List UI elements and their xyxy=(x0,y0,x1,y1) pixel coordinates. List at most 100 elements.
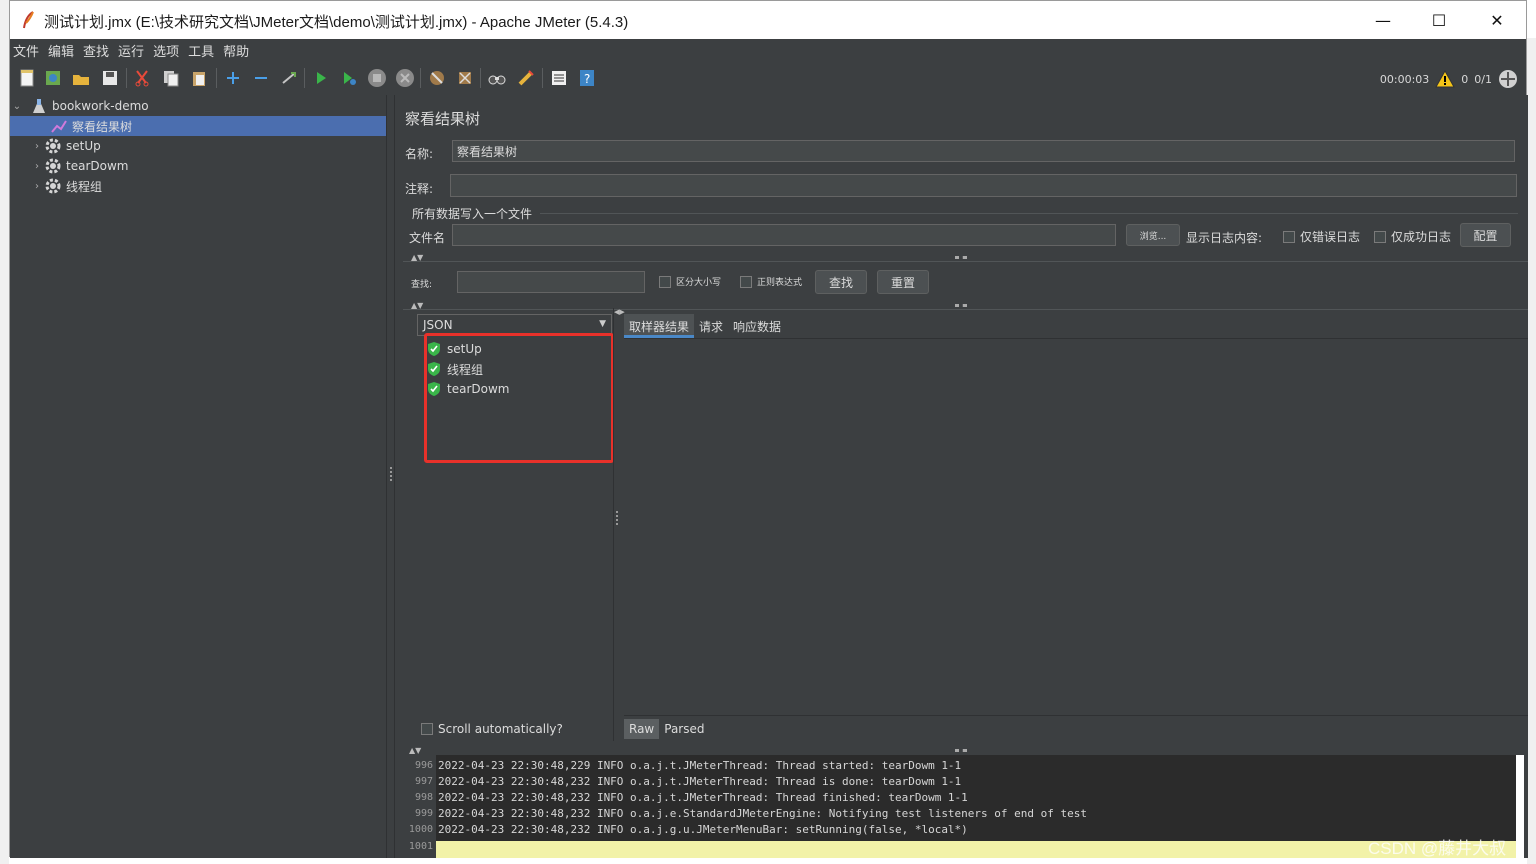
menu-run[interactable]: 运行 xyxy=(118,41,144,60)
clear-icon[interactable] xyxy=(426,67,448,89)
browse-button[interactable]: 浏览... xyxy=(1126,224,1180,246)
shutdown-icon[interactable] xyxy=(394,67,416,89)
jmeter-feather-icon xyxy=(23,11,34,29)
panel-title: 察看结果树 xyxy=(405,110,481,128)
case-sensitive-checkbox[interactable]: 区分大小写 xyxy=(659,275,721,288)
close-button[interactable]: ✕ xyxy=(1468,1,1526,39)
maximize-button[interactable]: ☐ xyxy=(1410,1,1468,39)
tab-raw[interactable]: Raw xyxy=(624,718,660,739)
view-results-tree-panel: 察看结果树 名称: 察看结果树 注释: 所有数据写入一个文件 文件名 浏览...… xyxy=(395,95,1528,858)
menu-search[interactable]: 查找 xyxy=(83,41,109,60)
results-splitter[interactable]: ◀▶ xyxy=(613,308,625,741)
collapse-icon[interactable] xyxy=(250,67,272,89)
expand-icon[interactable] xyxy=(222,67,244,89)
search-label: 查找: xyxy=(411,280,433,290)
checkbox-box[interactable] xyxy=(1283,230,1295,243)
checkbox-box[interactable] xyxy=(659,275,671,288)
menu-options[interactable]: 选项 xyxy=(153,41,179,60)
menu-tools[interactable]: 工具 xyxy=(188,41,214,60)
chevron-right-icon[interactable]: › xyxy=(30,141,44,152)
name-input[interactable]: 察看结果树 xyxy=(452,140,1515,162)
tree-node-label: setUp xyxy=(66,139,101,153)
tree-node-label: 察看结果树 xyxy=(72,119,133,134)
main-splitter[interactable] xyxy=(386,95,395,858)
filename-input[interactable] xyxy=(452,224,1116,246)
scroll-auto-checkbox[interactable]: Scroll automatically? xyxy=(421,722,563,736)
watermark: CSDN @藤井大叔 xyxy=(1368,839,1507,858)
run-status: 00:00:03 0 0/1 xyxy=(1380,69,1518,89)
tree-node-setup[interactable]: › setUp xyxy=(30,136,101,156)
errors-only-checkbox[interactable]: 仅错误日志 xyxy=(1283,228,1360,245)
tab-sampler-result[interactable]: 取样器结果 xyxy=(624,314,695,338)
chevron-right-icon[interactable]: › xyxy=(30,181,44,192)
paste-icon[interactable] xyxy=(188,67,210,89)
tree-node-root[interactable]: ⌄ bookwork-demo xyxy=(10,96,386,116)
success-only-checkbox[interactable]: 仅成功日志 xyxy=(1374,228,1451,245)
clear-all-icon[interactable] xyxy=(454,67,476,89)
save-icon[interactable] xyxy=(99,67,121,89)
gear-icon xyxy=(44,157,62,175)
splitter-grip[interactable] xyxy=(955,304,967,307)
menu-file[interactable]: 文件 xyxy=(13,41,39,60)
start-no-pauses-icon[interactable] xyxy=(338,67,360,89)
collapse-arrows-icon[interactable]: ▲▼ xyxy=(409,746,421,755)
splitter-grip[interactable] xyxy=(955,749,967,752)
function-helper-icon[interactable] xyxy=(548,67,570,89)
checkbox-label: Scroll automatically? xyxy=(438,722,563,736)
chevron-right-icon[interactable]: › xyxy=(30,161,44,172)
tree-node-label: 线程组 xyxy=(66,179,103,194)
reset-button[interactable]: 重置 xyxy=(877,270,929,294)
tree-node-label: bookwork-demo xyxy=(52,99,149,113)
line-number: 999 xyxy=(414,808,433,819)
warning-icon[interactable] xyxy=(1435,70,1456,88)
cut-icon[interactable] xyxy=(131,67,153,89)
listener-icon xyxy=(50,117,68,135)
line-number: 1000 xyxy=(408,824,433,835)
menu-edit[interactable]: 编辑 xyxy=(48,41,74,60)
search-icon[interactable] xyxy=(486,67,508,89)
log-line: 2022-04-23 22:30:48,232 INFO o.a.j.e.Sta… xyxy=(438,807,1088,820)
search-button[interactable]: 查找 xyxy=(815,270,867,294)
file-section-label: 所有数据写入一个文件 xyxy=(412,207,533,221)
jmeter-window: 测试计划.jmx (E:\技术研究文档\JMeter文档\demo\测试计划.j… xyxy=(9,0,1528,858)
toggle-icon[interactable] xyxy=(278,67,300,89)
gear-icon xyxy=(44,137,62,155)
tab-response-data[interactable]: 响应数据 xyxy=(728,314,786,338)
tab-parsed[interactable]: Parsed xyxy=(659,719,709,739)
tree-node-view-results[interactable]: 察看结果树 xyxy=(10,116,386,136)
comment-input[interactable] xyxy=(450,174,1517,197)
chevron-down-icon: ▼ xyxy=(599,319,606,329)
checkbox-box[interactable] xyxy=(1374,230,1386,243)
regex-checkbox[interactable]: 正则表达式 xyxy=(740,275,802,288)
warning-count: 0 xyxy=(1461,72,1469,86)
copy-icon[interactable] xyxy=(160,67,182,89)
elapsed-time: 00:00:03 xyxy=(1379,72,1430,86)
new-icon[interactable] xyxy=(16,67,38,89)
checkbox-label: 正则表达式 xyxy=(757,278,803,288)
chevron-down-icon[interactable]: ⌄ xyxy=(10,101,24,112)
background-window-edge-right xyxy=(1527,38,1536,864)
configure-button[interactable]: 配置 xyxy=(1460,223,1511,247)
minimize-button[interactable]: — xyxy=(1354,1,1412,39)
start-icon[interactable] xyxy=(310,67,332,89)
log-line: 2022-04-23 22:30:48,232 INFO o.a.j.t.JMe… xyxy=(438,775,962,788)
search-input[interactable] xyxy=(457,271,645,293)
reset-search-icon[interactable] xyxy=(515,67,537,89)
thread-count: 0/1 xyxy=(1474,72,1492,86)
current-line-highlight xyxy=(436,841,1516,858)
tree-node-thread-group[interactable]: › 线程组 xyxy=(30,176,102,196)
background-window-edge xyxy=(0,0,9,864)
window-title: 测试计划.jmx (E:\技术研究文档\JMeter文档\demo\测试计划.j… xyxy=(44,14,629,31)
checkbox-box[interactable] xyxy=(421,723,433,735)
menu-help[interactable]: 帮助 xyxy=(223,41,249,60)
open-icon[interactable] xyxy=(70,67,92,89)
tab-request[interactable]: 请求 xyxy=(694,314,728,338)
stop-icon[interactable] xyxy=(366,67,388,89)
checkbox-box[interactable] xyxy=(740,275,752,288)
help-icon[interactable]: ? xyxy=(576,67,598,89)
log-text-area[interactable]: 2022-04-23 22:30:48,229 INFO o.a.j.t.JMe… xyxy=(436,755,1524,858)
templates-icon[interactable] xyxy=(42,67,64,89)
gear-icon xyxy=(44,177,62,195)
splitter-grip[interactable] xyxy=(955,256,967,259)
tree-node-teardown[interactable]: › tearDowm xyxy=(30,156,128,176)
